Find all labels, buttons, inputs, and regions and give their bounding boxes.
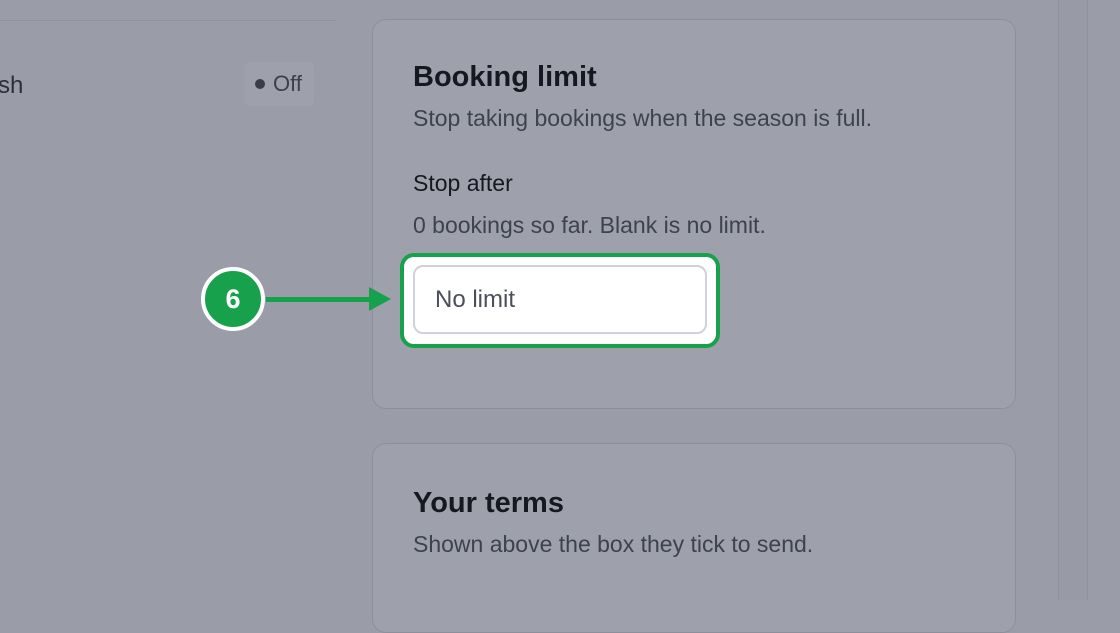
step-number-badge: 6 (201, 267, 265, 331)
status-dot-icon (255, 79, 265, 89)
booking-limit-card: Booking limit Stop taking bookings when … (372, 19, 1016, 409)
status-badge: Off (245, 62, 314, 106)
pointer-arrow-line (266, 297, 374, 302)
your-terms-card: Your terms Shown above the box they tick… (372, 443, 1016, 633)
your-terms-subtitle: Shown above the box they tick to send. (413, 530, 814, 557)
status-label: Off (273, 71, 302, 96)
booking-limit-input-highlight (400, 253, 720, 348)
booking-limit-input[interactable] (413, 265, 707, 334)
your-terms-title: Your terms (413, 487, 564, 519)
left-section-divider (0, 20, 336, 21)
right-scroll-rail (1058, 0, 1088, 600)
booking-limit-subtitle: Stop taking bookings when the season is … (413, 104, 873, 131)
stop-after-help: 0 bookings so far. Blank is no limit. (413, 211, 766, 238)
stop-after-label: Stop after (413, 170, 513, 197)
booking-limit-title: Booking limit (413, 61, 597, 93)
left-row-label: sh (0, 72, 24, 99)
pointer-arrow-icon (369, 287, 391, 311)
